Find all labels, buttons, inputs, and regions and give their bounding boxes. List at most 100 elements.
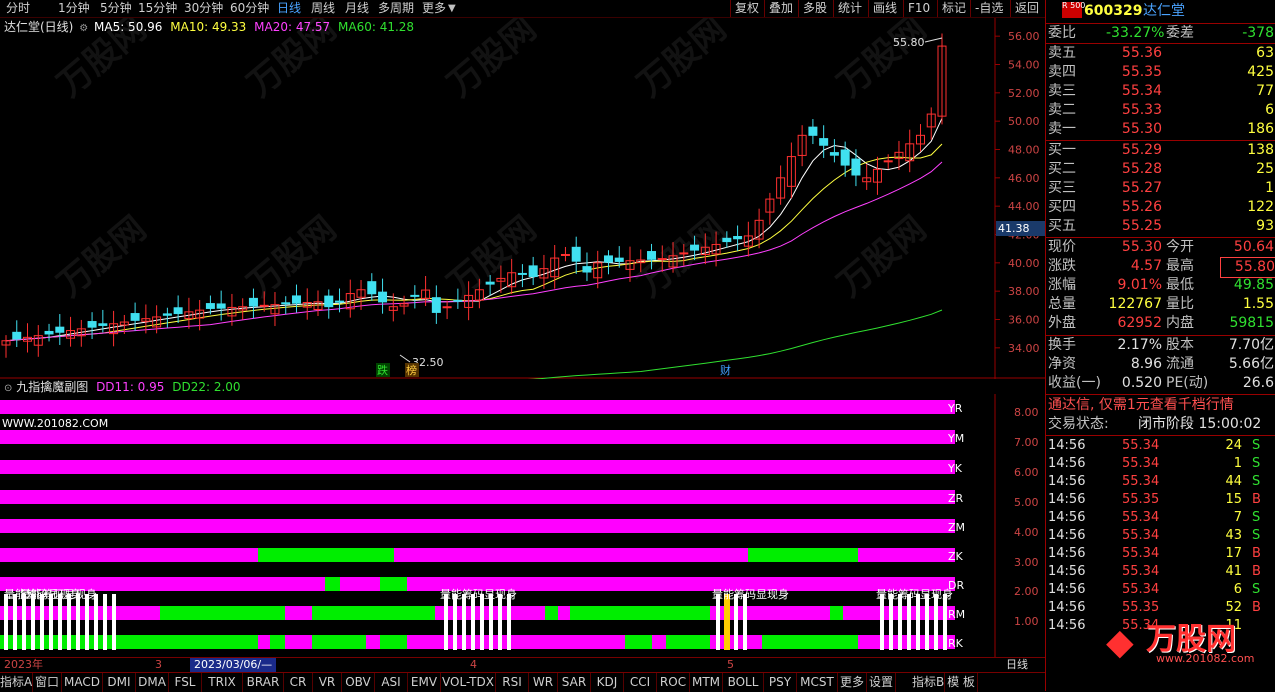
- bid-row[interactable]: 买一 55.29 138: [1046, 141, 1275, 160]
- volume-bar: [22, 594, 26, 650]
- tab-multi-period[interactable]: 多周期: [378, 0, 414, 17]
- draw-line-button[interactable]: 画线: [868, 0, 901, 17]
- bid-row[interactable]: 买四 55.26 122: [1046, 198, 1275, 217]
- bid-row[interactable]: 买五 55.25 93: [1046, 217, 1275, 236]
- tick-price: 55.34: [1122, 528, 1160, 543]
- price-axis-label: 36.00: [1008, 314, 1040, 327]
- indicator-tab-3[interactable]: DMI: [103, 673, 136, 692]
- indicator-tab-6[interactable]: TRIX: [202, 673, 243, 692]
- indicator-tab-21[interactable]: BOLL: [723, 673, 764, 692]
- tab-15min[interactable]: 15分钟: [138, 0, 177, 17]
- indicator-tab-2[interactable]: MACD: [62, 673, 103, 692]
- indicator-tab-5[interactable]: FSL: [169, 673, 202, 692]
- volume-bar: [507, 594, 511, 650]
- indicator-tab-9[interactable]: VR: [313, 673, 342, 692]
- price-axis-label: 50.00: [1008, 115, 1040, 128]
- indicator-tab-20[interactable]: MTM: [690, 673, 723, 692]
- indicator-tab-16[interactable]: SAR: [558, 673, 591, 692]
- volume-bar: [498, 594, 502, 650]
- indicator-tab-8[interactable]: CR: [284, 673, 313, 692]
- tag-cai[interactable]: 财: [720, 363, 731, 377]
- chevron-down-icon[interactable]: ▼: [448, 0, 456, 17]
- indicator-tab-4[interactable]: DMA: [136, 673, 169, 692]
- indicator-tab-26[interactable]: 指标B: [912, 673, 945, 692]
- tab-1min[interactable]: 1分钟: [58, 0, 90, 17]
- tick-row: 14:56 55.34 6 S: [1046, 581, 1275, 599]
- signal-band: [0, 400, 955, 414]
- stat-value: 122767: [1108, 296, 1162, 312]
- indicator-tab-14[interactable]: RSI: [496, 673, 529, 692]
- candle-body: [130, 313, 140, 321]
- tag-bang[interactable]: 榜: [406, 363, 417, 377]
- indicator-tab-18[interactable]: CCI: [624, 673, 657, 692]
- tab-5min[interactable]: 5分钟: [100, 0, 132, 17]
- signal-band: [407, 635, 625, 649]
- signal-band: [0, 490, 955, 504]
- tick-volume: 41: [1225, 564, 1242, 579]
- indicator-tab-10[interactable]: OBV: [342, 673, 375, 692]
- indicator-tab-17[interactable]: KDJ: [591, 673, 624, 692]
- bid-row[interactable]: 买二 55.28 25: [1046, 160, 1275, 179]
- watermark-text: 万股网: [630, 209, 734, 305]
- candlestick-chart[interactable]: 万股网 万股网 万股网 万股网 万股网万股网 万股网 万股网 万股网 万股网 56.0054.0…: [0, 18, 1045, 379]
- indicator-tab-1[interactable]: 窗口: [33, 673, 62, 692]
- tick-time: 14:56: [1048, 564, 1086, 579]
- trade-status: 交易状态: 闭市阶段 15:00:02: [1048, 416, 1262, 432]
- indicator-tab-13[interactable]: VOL-TDX: [441, 673, 496, 692]
- collapse-icon[interactable]: ⊙: [4, 383, 12, 394]
- indicator-tab-0[interactable]: 指标A: [0, 673, 33, 692]
- indicator-tab-11[interactable]: ASI: [375, 673, 408, 692]
- overlay-button[interactable]: 叠加: [764, 0, 797, 17]
- ask-row[interactable]: 卖三 55.34 77: [1046, 82, 1275, 101]
- sub-axis-label: 2.00: [1014, 585, 1039, 598]
- mark-button[interactable]: 标记: [937, 0, 970, 17]
- signal-band: [325, 577, 340, 591]
- bid-row[interactable]: 买三 55.27 1: [1046, 179, 1275, 198]
- ask-row[interactable]: 卖一 55.30 186: [1046, 120, 1275, 139]
- tick-time: 14:56: [1048, 600, 1086, 615]
- ask-row[interactable]: 卖二 55.33 6: [1046, 101, 1275, 120]
- f10-button[interactable]: F10: [903, 0, 934, 17]
- dd11-value: DD11: 0.95: [96, 380, 165, 394]
- indicator-tab-7[interactable]: BRAR: [243, 673, 284, 692]
- ask-row[interactable]: 卖五 55.36 63: [1046, 44, 1275, 63]
- fuquan-button[interactable]: 复权: [730, 0, 763, 17]
- candle-body: [12, 331, 22, 340]
- indicator-tab-12[interactable]: EMV: [408, 673, 441, 692]
- stats-button[interactable]: 统计: [833, 0, 866, 17]
- indicator-tab-23[interactable]: MCST: [797, 673, 838, 692]
- tag-die[interactable]: 跌: [377, 363, 388, 377]
- stat-row: 外盘 62952 内盘 59815: [1048, 315, 1274, 331]
- candle-body: [582, 266, 592, 273]
- add-watchlist-button[interactable]: -自选: [970, 0, 1007, 17]
- indicator-subchart[interactable]: 万股网 万股网 万股网 万股网 万股网 YRYMYKZRZMZKDRRMRK8.007.…: [0, 394, 1045, 658]
- tab-fenshi[interactable]: 分时: [6, 0, 30, 17]
- indicator-tab-24[interactable]: 更多: [838, 673, 867, 692]
- tab-30min[interactable]: 30分钟: [184, 0, 223, 17]
- multi-stock-button[interactable]: 多股: [798, 0, 831, 17]
- indicator-tab-19[interactable]: ROC: [657, 673, 690, 692]
- indicator-tab-25[interactable]: 设置: [867, 673, 896, 692]
- promo-banner[interactable]: 通达信, 仅需1元查看千档行情: [1046, 396, 1275, 415]
- signal-band: [570, 606, 710, 620]
- candle-body: [216, 303, 226, 309]
- tab-weekly[interactable]: 周线: [311, 0, 335, 17]
- axis-period[interactable]: 日线: [1006, 658, 1028, 672]
- stat2-value: 5.66亿: [1228, 356, 1274, 372]
- signal-band: [652, 635, 666, 649]
- ask-row[interactable]: 卖四 55.35 425: [1046, 63, 1275, 82]
- tab-60min[interactable]: 60分钟: [230, 0, 269, 17]
- indicator-tab-27[interactable]: 模 板: [945, 673, 978, 692]
- tab-more[interactable]: 更多: [422, 0, 446, 17]
- stock-name[interactable]: 达仁堂: [1143, 0, 1185, 22]
- candle-body: [431, 297, 441, 313]
- indicator-tab-22[interactable]: PSY: [764, 673, 797, 692]
- price-axis-label: 56.00: [1008, 30, 1040, 43]
- tab-daily[interactable]: 日线: [277, 0, 301, 17]
- candle-body: [883, 160, 893, 163]
- indicator-tab-15[interactable]: WR: [529, 673, 558, 692]
- back-button[interactable]: 返回: [1010, 0, 1043, 17]
- ask-price: 55.36: [1121, 45, 1162, 61]
- stat2-value: 2.17%: [1117, 337, 1162, 353]
- tab-monthly[interactable]: 月线: [345, 0, 369, 17]
